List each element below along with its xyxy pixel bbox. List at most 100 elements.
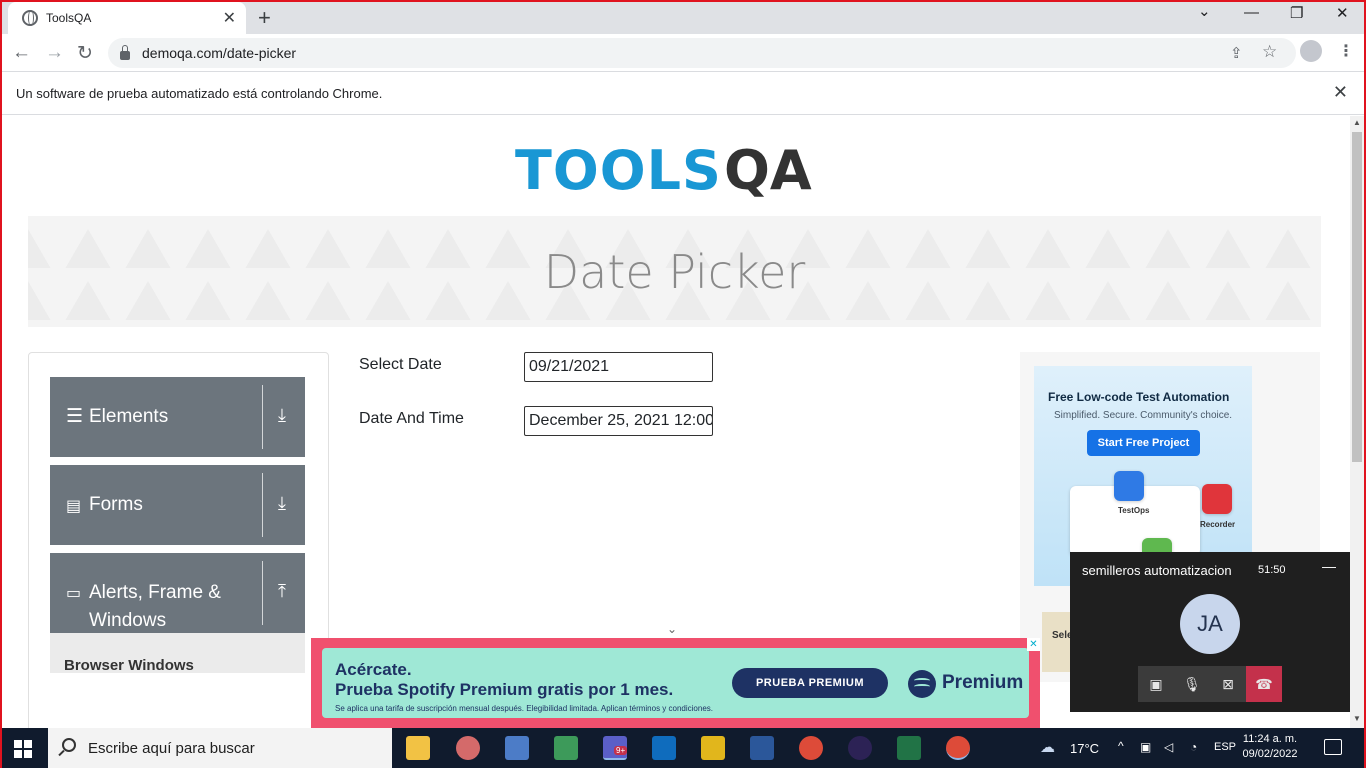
globe-icon xyxy=(22,10,38,26)
paint-icon[interactable] xyxy=(456,736,480,760)
sidebar-item-label: Browser Windows xyxy=(64,657,194,674)
scroll-thumb[interactable] xyxy=(1352,132,1362,462)
spotify-fineprint: Se aplica una tarifa de suscripción mens… xyxy=(335,704,713,713)
expand-icon[interactable]: ⤓ xyxy=(278,493,286,514)
participant-avatar: JA xyxy=(1180,594,1240,654)
network-adapter-icon[interactable]: ▣ xyxy=(1140,740,1151,754)
sticky-tool-icon[interactable] xyxy=(701,736,725,760)
spotify-ad[interactable]: Acércate. Prueba Spotify Premium gratis … xyxy=(311,638,1040,728)
page-title: Date Picker xyxy=(543,244,806,299)
sidebar: ☰ Elements ⤓ ▤ Forms ⤓ ▭ Alerts, Frame &… xyxy=(28,352,329,728)
clock-time: 11:24 a. m. xyxy=(1242,733,1298,745)
volume-icon[interactable]: ◁ xyxy=(1164,740,1173,754)
minimize-call-button[interactable]: — xyxy=(1322,558,1336,574)
clock-date: 09/02/2022 xyxy=(1242,748,1298,760)
file-explorer-icon[interactable] xyxy=(406,736,430,760)
chrome-active-icon[interactable] xyxy=(946,736,970,760)
spotify-logo-icon xyxy=(908,670,936,698)
minimize-button[interactable]: — xyxy=(1244,4,1259,21)
page-banner: Date Picker xyxy=(28,216,1321,327)
system-clock[interactable]: 11:24 a. m. 09/02/2022 xyxy=(1240,732,1300,762)
scroll-down-arrow-icon[interactable]: ▼ xyxy=(1353,714,1361,723)
restore-button[interactable]: ❐ xyxy=(1290,4,1303,22)
weather-temp[interactable]: 17°C xyxy=(1070,741,1099,756)
date-time-input[interactable]: December 25, 2021 12:00 xyxy=(524,406,713,436)
meeting-name: semilleros automatizacion xyxy=(1082,563,1232,578)
infobar-close-icon[interactable]: ✕ xyxy=(1333,82,1348,103)
address-bar[interactable]: demoqa.com/date-picker ⇪ ☆ xyxy=(108,38,1296,68)
hang-up-icon[interactable]: ☎ xyxy=(1246,666,1282,702)
mic-icon[interactable]: 🎙 xyxy=(1174,666,1210,702)
share-icon[interactable]: ⇪ xyxy=(1230,44,1243,62)
language-indicator[interactable]: ESP xyxy=(1214,741,1236,753)
sidebar-group-forms[interactable]: ▤ Forms ⤓ xyxy=(50,465,305,545)
scroll-up-arrow-icon[interactable]: ▲ xyxy=(1353,118,1361,127)
tray-overflow-icon[interactable]: ^ xyxy=(1118,739,1124,753)
automation-infobar: Un software de prueba automatizado está … xyxy=(0,72,1366,115)
spotify-ad-box: Acércate. Prueba Spotify Premium gratis … xyxy=(322,648,1029,718)
notification-center-icon[interactable] xyxy=(1324,739,1342,755)
search-icon xyxy=(62,738,76,752)
teams-call-window[interactable]: semilleros automatizacion 51:50 — JA ▣ 🎙… xyxy=(1070,552,1350,712)
sidebar-group-elements[interactable]: ☰ Elements ⤓ xyxy=(50,377,305,457)
recorder-caption: Recorder xyxy=(1200,520,1236,529)
spotify-offer: Prueba Spotify Premium gratis por 1 mes. xyxy=(335,680,674,699)
toolsqa-logo[interactable]: TOOLS QA xyxy=(515,134,812,206)
spotify-headline: Acércate. xyxy=(335,660,412,679)
tab-title: ToolsQA xyxy=(46,11,92,25)
excel-icon[interactable] xyxy=(897,736,921,760)
select-date-input[interactable]: 09/21/2021 xyxy=(524,352,713,382)
logo-qa-text: QA xyxy=(723,138,812,202)
lock-icon[interactable] xyxy=(120,44,130,60)
ad-title: Free Low-code Test Automation xyxy=(1048,390,1230,404)
page-scrollbar[interactable]: ▲ ▼ xyxy=(1350,116,1364,728)
windows-taskbar: Escribe aquí para buscar 9+ ☁ 17°C ^ ▣ ◁… xyxy=(0,728,1366,768)
divider xyxy=(262,473,263,537)
scroll-chevron-icon[interactable]: ⌄ xyxy=(667,622,677,636)
recorder-icon xyxy=(1202,484,1232,514)
taskbar-search-box[interactable]: Escribe aquí para buscar xyxy=(48,728,392,768)
back-button[interactable]: ← xyxy=(12,42,31,64)
sidebar-group-label: Elements xyxy=(89,406,169,427)
ad-close-icon[interactable]: ✕ xyxy=(1027,638,1040,651)
form-icon: ▤ xyxy=(66,498,82,515)
tab-close-icon[interactable]: ✕ xyxy=(223,8,236,28)
testops-caption: TestOps xyxy=(1118,506,1150,515)
sidebar-group-alerts[interactable]: ▭ Alerts, Frame & Windows ⤒ xyxy=(50,553,305,633)
reload-button[interactable]: ↻ xyxy=(77,42,93,65)
word-icon[interactable] xyxy=(750,736,774,760)
sidebar-group-label: Forms xyxy=(89,494,143,515)
collapse-icon[interactable]: ⤒ xyxy=(278,581,286,602)
forward-button[interactable]: → xyxy=(45,42,64,64)
chrome-icon[interactable] xyxy=(799,736,823,760)
divider xyxy=(262,385,263,449)
eclipse-icon[interactable] xyxy=(848,736,872,760)
browser-tab[interactable]: ToolsQA ✕ xyxy=(8,2,246,34)
media-app-icon[interactable] xyxy=(554,736,578,760)
outlook-icon[interactable] xyxy=(652,736,676,760)
infobar-text: Un software de prueba automatizado está … xyxy=(16,85,383,101)
wifi-icon[interactable]: ◔ xyxy=(1190,740,1197,754)
bookmark-star-icon[interactable]: ☆ xyxy=(1262,42,1277,62)
expand-icon[interactable]: ⤓ xyxy=(278,405,286,426)
sidebar-group-label: Alerts, Frame & Windows xyxy=(89,582,221,631)
tab-search-button[interactable]: ⌄ xyxy=(1198,2,1211,20)
windows-start-icon[interactable] xyxy=(14,740,32,758)
remote-desktop-icon[interactable] xyxy=(505,736,529,760)
tab-strip: ToolsQA ✕ + ⌄ — ❐ ✕ xyxy=(0,0,1366,34)
weather-icon[interactable]: ☁ xyxy=(1040,738,1055,756)
start-free-project-button[interactable]: Start Free Project xyxy=(1087,430,1200,456)
teams-badge: 9+ xyxy=(614,746,628,755)
share-screen-icon[interactable]: ⊠ xyxy=(1210,666,1246,702)
prueba-premium-button[interactable]: PRUEBA PREMIUM xyxy=(732,668,888,698)
url-text[interactable]: demoqa.com/date-picker xyxy=(142,45,296,61)
new-tab-button[interactable]: + xyxy=(258,5,271,31)
camera-off-icon[interactable]: ▣ xyxy=(1138,666,1174,702)
logo-tools-text: TOOLS xyxy=(515,138,722,202)
close-window-button[interactable]: ✕ xyxy=(1336,4,1349,22)
sidebar-item-browser-windows[interactable]: Browser Windows xyxy=(50,633,305,674)
profile-avatar-icon[interactable] xyxy=(1300,40,1322,62)
spotify-premium-brand: Premium xyxy=(942,672,1024,693)
chrome-menu-icon[interactable]: ⋮ xyxy=(1338,41,1354,61)
browser-toolbar: ← → ↻ demoqa.com/date-picker ⇪ ☆ xyxy=(0,34,1366,72)
